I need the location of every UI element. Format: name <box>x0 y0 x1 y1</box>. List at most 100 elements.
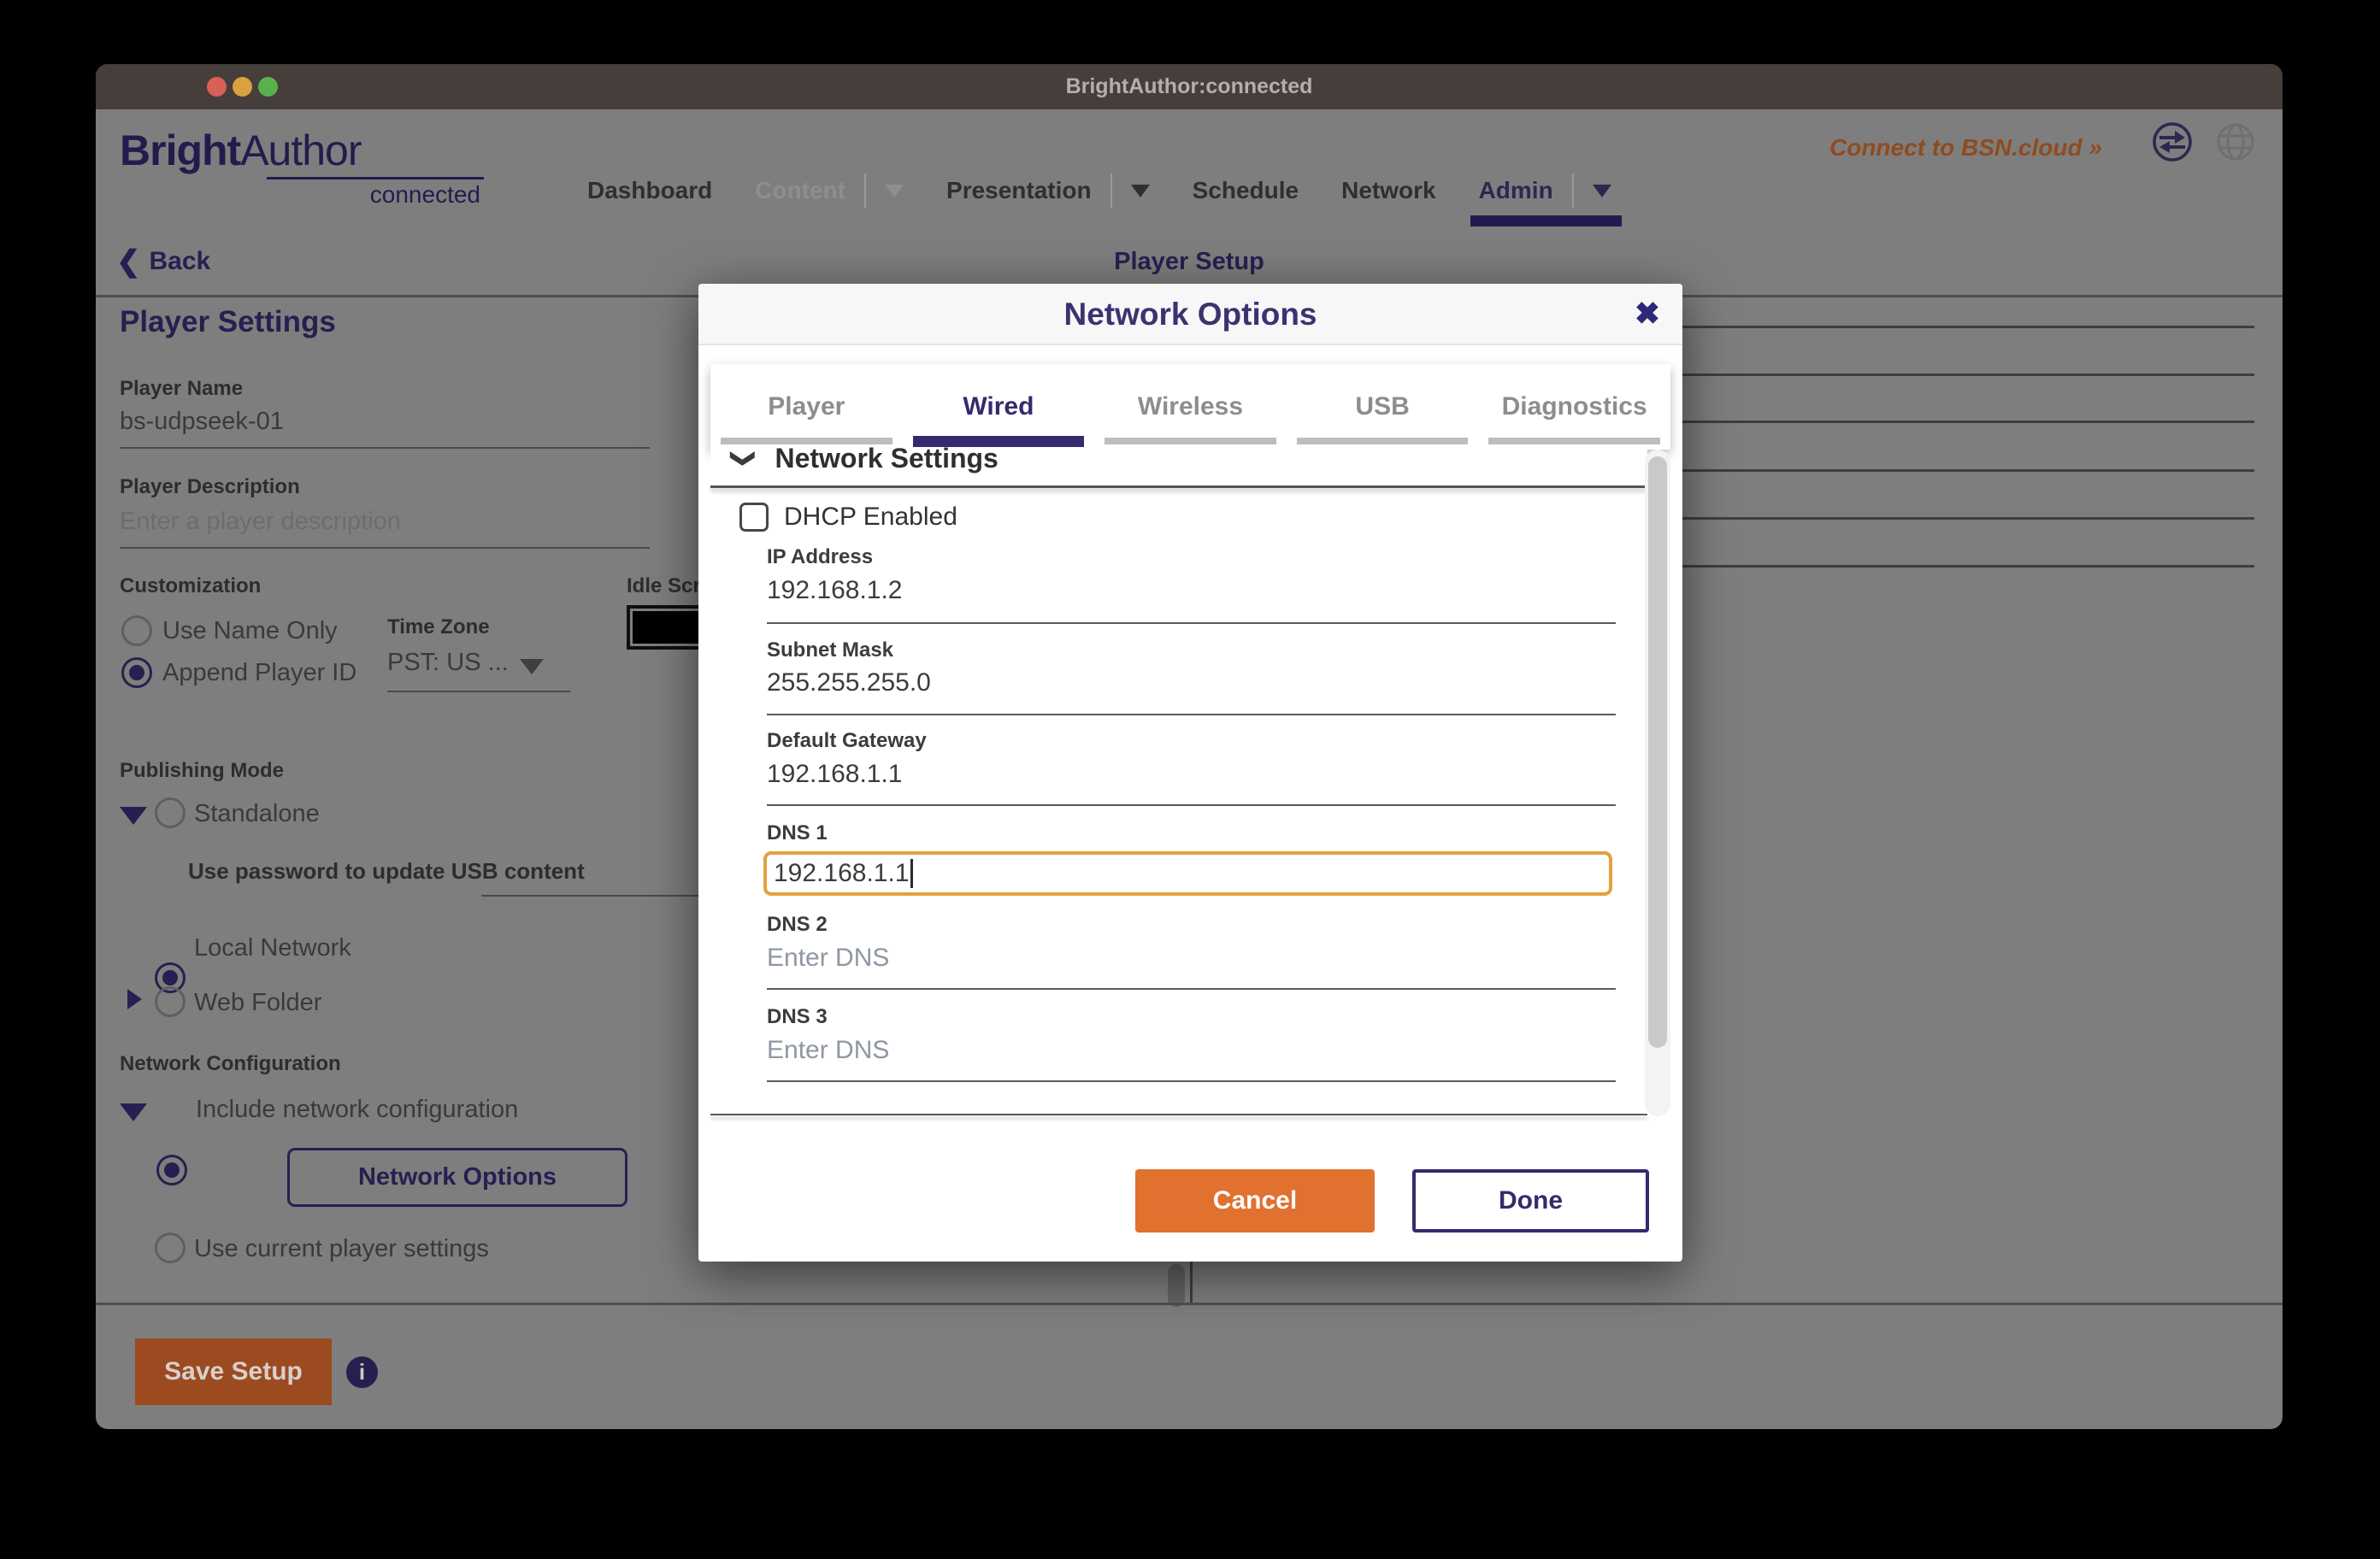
player-description-underline <box>120 547 650 549</box>
collapse-triangle-icon[interactable] <box>120 807 147 825</box>
local-network-label[interactable]: Local Network <box>194 934 351 962</box>
info-icon[interactable]: i <box>346 1356 378 1388</box>
use-name-only-radio[interactable] <box>121 615 152 646</box>
chevron-down-icon <box>885 185 904 197</box>
player-settings-heading: Player Settings <box>120 305 336 339</box>
time-zone-select[interactable]: PST: US ... <box>387 649 509 677</box>
include-network-config-radio[interactable] <box>156 1155 187 1185</box>
web-folder-radio[interactable] <box>155 986 186 1017</box>
chevron-down-icon[interactable] <box>1131 185 1150 197</box>
standalone-radio[interactable] <box>155 797 186 828</box>
dns1-label: DNS 1 <box>767 821 828 845</box>
tab-wired[interactable]: Wired <box>903 364 1095 450</box>
nav-separator <box>864 174 866 208</box>
dns1-value: 192.168.1.1 <box>774 859 909 888</box>
main-nav: Dashboard Content Presentation Schedule … <box>587 165 1611 216</box>
section-divider <box>710 485 1647 488</box>
dhcp-label: DHCP Enabled <box>784 503 957 532</box>
transfer-icon[interactable] <box>2151 121 2194 163</box>
player-description-label: Player Description <box>120 475 300 499</box>
dns2-label: DNS 2 <box>767 913 828 937</box>
tab-wireless[interactable]: Wireless <box>1094 364 1287 450</box>
dhcp-checkbox[interactable] <box>739 503 769 532</box>
done-button[interactable]: Done <box>1412 1169 1649 1232</box>
nav-separator <box>1572 174 1574 208</box>
logo-wordmark: BrightAuthor <box>120 126 484 175</box>
time-zone-underline <box>387 691 570 692</box>
desktop: BrightAuthor:connected BrightAuthor conn… <box>0 0 2380 1559</box>
use-current-settings-radio[interactable] <box>155 1232 186 1263</box>
network-options-button[interactable]: Network Options <box>287 1148 627 1207</box>
chevron-down-icon[interactable]: ❯ <box>730 449 758 468</box>
collapse-triangle-icon[interactable] <box>120 1103 147 1121</box>
logo-rule <box>267 177 484 179</box>
player-name-label: Player Name <box>120 377 243 401</box>
default-gateway-label: Default Gateway <box>767 729 927 753</box>
nav-schedule[interactable]: Schedule <box>1193 177 1299 204</box>
network-options-modal: Network Options ✖ Player Wired Wireless … <box>698 284 1682 1262</box>
ip-address-underline <box>767 622 1616 624</box>
publishing-mode-label: Publishing Mode <box>120 759 284 783</box>
dns3-underline <box>767 1080 1616 1082</box>
dns1-input-focused[interactable]: 192.168.1.1 <box>763 851 1612 896</box>
idle-screen-label: Idle Scr <box>627 574 701 598</box>
customization-label: Customization <box>120 574 261 598</box>
subnet-mask-input[interactable]: 255.255.255.0 <box>767 668 931 697</box>
dhcp-row[interactable]: DHCP Enabled <box>739 503 957 532</box>
dns3-label: DNS 3 <box>767 1005 828 1029</box>
connect-bsn-link[interactable]: Connect to BSN.cloud » <box>1829 134 2102 162</box>
globe-icon[interactable] <box>2214 121 2257 163</box>
dns3-input[interactable]: Enter DNS <box>767 1036 889 1065</box>
player-description-input[interactable]: Enter a player description <box>120 508 401 536</box>
use-name-only-label[interactable]: Use Name Only <box>162 617 338 645</box>
default-gateway-underline <box>767 804 1616 806</box>
default-gateway-input[interactable]: 192.168.1.1 <box>767 760 902 789</box>
page-title: Player Setup <box>96 248 2283 276</box>
modal-header: Network Options ✖ <box>698 284 1682 345</box>
section-title: Network Settings <box>775 443 998 474</box>
dropdown-arrow-icon[interactable] <box>520 659 544 674</box>
standalone-label[interactable]: Standalone <box>194 800 320 828</box>
tab-player[interactable]: Player <box>710 364 903 450</box>
ip-address-input[interactable]: 192.168.1.2 <box>767 576 902 605</box>
player-name-underline <box>120 447 650 449</box>
nav-admin[interactable]: Admin <box>1479 177 1553 204</box>
append-player-id-radio[interactable] <box>121 657 152 688</box>
nav-dashboard[interactable]: Dashboard <box>587 177 712 204</box>
network-configuration-label: Network Configuration <box>120 1052 341 1076</box>
time-zone-label: Time Zone <box>387 615 490 639</box>
usb-password-input-underline[interactable] <box>481 895 699 897</box>
tab-diagnostics[interactable]: Diagnostics <box>1478 364 1670 450</box>
window-titlebar[interactable]: BrightAuthor:connected <box>96 64 2283 109</box>
modal-scrollbar-thumb[interactable] <box>1648 456 1667 1048</box>
nav-admin-active[interactable]: Admin <box>1479 174 1611 208</box>
dns2-input[interactable]: Enter DNS <box>767 944 889 973</box>
append-player-id-label[interactable]: Append Player ID <box>162 659 356 687</box>
nav-separator <box>1110 174 1112 208</box>
window-title: BrightAuthor:connected <box>96 64 2283 109</box>
include-network-config-label[interactable]: Include network configuration <box>196 1096 518 1124</box>
modal-scrollbar[interactable] <box>1645 450 1670 1116</box>
subnet-mask-label: Subnet Mask <box>767 638 893 662</box>
expand-triangle-icon[interactable] <box>127 989 142 1009</box>
logo-bold: Bright <box>120 126 240 174</box>
dns2-underline <box>767 988 1616 990</box>
save-setup-button[interactable]: Save Setup <box>135 1338 332 1405</box>
use-current-settings-label[interactable]: Use current player settings <box>194 1235 489 1263</box>
modal-content: ❯ Network Settings DHCP Enabled IP Addre… <box>710 450 1647 1116</box>
player-name-value[interactable]: bs-udpseek-01 <box>120 408 284 436</box>
footer-divider <box>96 1303 2283 1305</box>
close-icon[interactable]: ✖ <box>1635 292 1660 335</box>
modal-title: Network Options <box>698 284 1682 345</box>
web-folder-label[interactable]: Web Folder <box>194 989 321 1017</box>
logo-connected: connected <box>120 181 484 209</box>
nav-network[interactable]: Network <box>1341 177 1435 204</box>
nav-presentation[interactable]: Presentation <box>946 177 1092 204</box>
page-scrollbar-thumb[interactable] <box>1168 1264 1185 1307</box>
tab-usb[interactable]: USB <box>1287 364 1479 450</box>
network-settings-section-header[interactable]: ❯ Network Settings <box>710 443 999 474</box>
text-caret <box>910 859 913 888</box>
chevron-down-icon[interactable] <box>1593 185 1611 197</box>
cancel-button[interactable]: Cancel <box>1135 1169 1375 1232</box>
ip-address-label: IP Address <box>767 545 873 569</box>
